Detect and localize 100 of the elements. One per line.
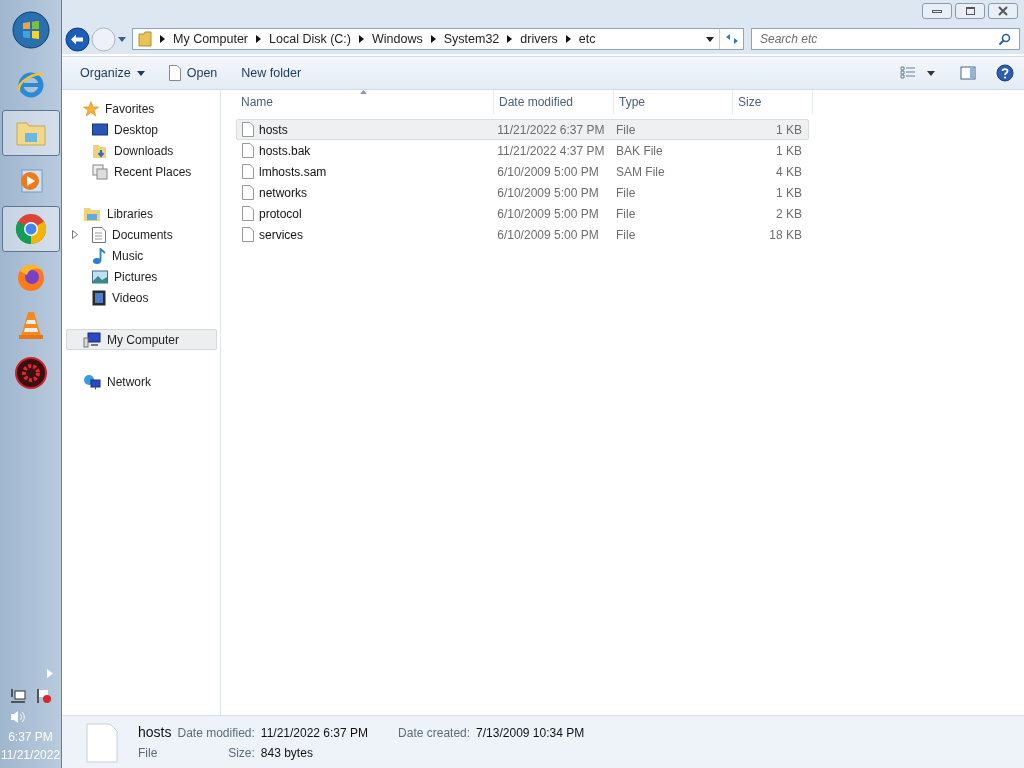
- restore-button[interactable]: [955, 3, 985, 19]
- table-cell-text: 11/21/2022 6:37 PM: [496, 121, 606, 139]
- table-cell-text: 11/21/2022 4:37 PM: [496, 142, 606, 160]
- music-icon: [92, 247, 106, 264]
- chevron-icon[interactable]: [430, 35, 436, 43]
- pictures-icon: [92, 269, 108, 284]
- chrome-icon[interactable]: [1, 206, 60, 252]
- chevron-icon[interactable]: [565, 35, 571, 43]
- address-bar[interactable]: My Computer Local Disk (C:) Windows System32 drivers etc: [132, 28, 744, 50]
- history-dropdown-icon[interactable]: [117, 35, 127, 43]
- file-type: File: [138, 745, 159, 762]
- file-name: hosts: [259, 121, 288, 139]
- table-cell-text: 6/10/2009 5:00 PM: [496, 163, 600, 181]
- address-dropdown-icon[interactable]: [705, 35, 715, 43]
- chevron-icon[interactable]: [160, 35, 165, 43]
- close-button[interactable]: [988, 3, 1018, 19]
- breadcrumb[interactable]: Local Disk (C:): [269, 29, 351, 49]
- table-cell-text: 4 KB: [775, 163, 803, 181]
- table-cell-text: 6/10/2009 5:00 PM: [496, 184, 600, 202]
- table-cell-text: 1 KB: [775, 142, 803, 160]
- nav-item[interactable]: Documents: [92, 225, 173, 244]
- file-name: services: [259, 226, 303, 244]
- nav-item[interactable]: Recent Places: [92, 162, 192, 181]
- nav-item[interactable]: Downloads: [92, 141, 174, 160]
- file-name: networks: [259, 184, 308, 202]
- column-header[interactable]: Size: [733, 90, 813, 114]
- file-icon: [242, 122, 254, 137]
- videos-icon: [92, 289, 106, 306]
- file-name: lmhosts.sam: [259, 163, 327, 181]
- star-icon: [83, 100, 99, 117]
- field-label: Date modified:: [177, 725, 255, 742]
- nav-item[interactable]: Network: [66, 371, 217, 392]
- chevron-icon[interactable]: [359, 35, 364, 43]
- field-value: 843 bytes: [260, 745, 314, 762]
- sort-arrow-icon: [360, 90, 367, 94]
- nav-item[interactable]: Libraries: [66, 203, 217, 224]
- breadcrumb[interactable]: drivers: [520, 29, 558, 49]
- nav-item[interactable]: My Computer: [66, 329, 217, 350]
- file-icon: [242, 185, 254, 200]
- file-row[interactable]: hosts 11/21/2022 6:37 PM File 1 KB: [236, 119, 809, 140]
- field-value: 11/21/2022 6:37 PM: [260, 725, 369, 742]
- file-icon: [242, 206, 254, 221]
- caret-icon: [136, 70, 145, 76]
- nav-item[interactable]: Favorites: [66, 98, 217, 119]
- table-cell-text: File: [615, 226, 637, 244]
- file-row[interactable]: lmhosts.sam 6/10/2009 5:00 PM SAM File 4 KB: [236, 161, 809, 182]
- file-row[interactable]: hosts.bak 11/21/2022 4:37 PM BAK File 1 KB: [236, 140, 809, 161]
- table-cell-text: File: [615, 184, 637, 202]
- breadcrumb[interactable]: System32: [443, 29, 500, 49]
- breadcrumb[interactable]: etc: [578, 29, 596, 49]
- document-icon: [168, 65, 181, 81]
- network-icon: [83, 373, 101, 390]
- file-row[interactable]: services 6/10/2009 5:00 PM File 18 KB: [236, 224, 809, 245]
- search-field[interactable]: Search etc: [751, 28, 1020, 50]
- folder-icon: [138, 31, 152, 47]
- breadcrumb[interactable]: Windows: [372, 29, 423, 49]
- table-cell-text: 2 KB: [775, 205, 803, 223]
- toolbar-button[interactable]: Open: [160, 61, 226, 85]
- refresh-icon[interactable]: [724, 32, 739, 46]
- file-name: protocol: [259, 205, 302, 223]
- column-header[interactable]: Date modified: [494, 90, 614, 114]
- view-dropdown-icon[interactable]: [926, 69, 936, 77]
- column-header[interactable]: Name: [236, 90, 494, 114]
- nav-item[interactable]: Pictures: [92, 267, 158, 286]
- desktop-icon: [92, 122, 108, 137]
- file-row[interactable]: protocol 6/10/2009 5:00 PM File 2 KB: [236, 203, 809, 224]
- libraries-icon: [83, 205, 101, 222]
- column-header[interactable]: Type: [614, 90, 733, 114]
- close-icon: [997, 6, 1009, 16]
- network-icon[interactable]: [9, 688, 26, 704]
- table-cell-text: File: [615, 121, 637, 139]
- nav-item[interactable]: Desktop: [92, 120, 159, 139]
- table-cell-text: SAM File: [615, 163, 666, 181]
- computer-icon: [83, 331, 101, 348]
- file-icon: [242, 143, 254, 158]
- file-name: hosts.bak: [259, 142, 311, 160]
- table-cell-text: BAK File: [615, 142, 664, 160]
- toolbar-button[interactable]: Organize: [72, 61, 153, 85]
- downloads-icon: [92, 142, 108, 159]
- file-row[interactable]: networks 6/10/2009 5:00 PM File 1 KB: [236, 182, 809, 203]
- table-cell-text: 6/10/2009 5:00 PM: [496, 226, 600, 244]
- chevron-icon[interactable]: [507, 35, 513, 43]
- nav-item[interactable]: Music: [92, 246, 144, 265]
- table-cell-text: 1 KB: [775, 184, 803, 202]
- search-icon[interactable]: [998, 32, 1011, 46]
- view-options-icon[interactable]: [900, 66, 916, 80]
- chevron-icon[interactable]: [256, 35, 262, 43]
- help-icon[interactable]: [996, 64, 1014, 82]
- toolbar-button[interactable]: New folder: [233, 61, 310, 85]
- breadcrumb[interactable]: My Computer: [173, 29, 249, 49]
- expand-arrow-icon[interactable]: [72, 230, 78, 239]
- nav-item[interactable]: Videos: [92, 288, 149, 307]
- file-icon: [242, 227, 254, 242]
- back-button[interactable]: [65, 26, 90, 52]
- minimize-button[interactable]: [922, 3, 952, 19]
- field-label: Date created:: [398, 725, 471, 742]
- flag-error-icon[interactable]: [35, 688, 52, 704]
- table-cell-text: 18 KB: [768, 226, 803, 244]
- file-icon: [86, 723, 118, 763]
- folder-icon[interactable]: [1, 110, 60, 156]
